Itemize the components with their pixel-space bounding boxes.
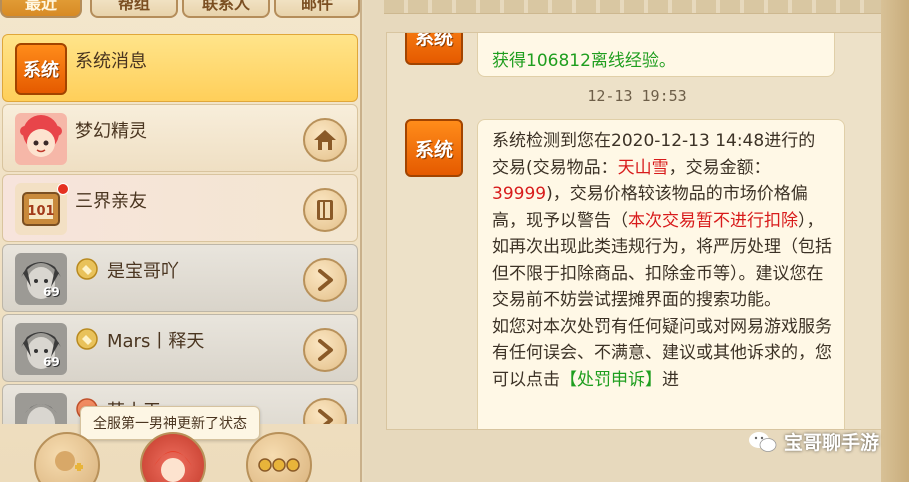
chevron-right-icon	[318, 269, 333, 291]
appeal-link[interactable]: 【处罚申诉】	[560, 370, 662, 390]
warning-text: 系统检测到您在2020-12-13 14:48进行的交易(交易物品：天山雪，交易…	[492, 131, 832, 310]
contact-name: 三界亲友	[75, 191, 147, 212]
open-chat-button[interactable]	[303, 328, 347, 372]
tab-mail[interactable]: 邮件	[274, 0, 360, 18]
appeal-text: 如您对本次处罚有任何疑问或对网易游戏服务有任何误会、不满意、建议或其他诉求的，您…	[492, 316, 832, 390]
book-icon	[317, 200, 333, 220]
contact-name: Mars丨释天	[107, 331, 205, 352]
conversation-panel: 最近 帮组 联系人 邮件 系统 系统消息 梦幻精灵 101 三界亲友 69 是宝…	[0, 0, 362, 482]
chevron-right-icon	[318, 409, 333, 424]
more-dots-icon	[258, 458, 300, 472]
system-avatar: 系统	[405, 33, 463, 65]
decorative-border	[384, 0, 904, 14]
contact-name: 系统消息	[75, 51, 147, 72]
home-button[interactable]	[303, 118, 347, 162]
tab-bar: 最近 帮组 联系人 邮件	[0, 0, 362, 20]
trade-amount: 39999	[492, 184, 547, 204]
contact-friend-1[interactable]: 69 是宝哥吖	[2, 244, 358, 312]
system-avatar: 系统	[15, 43, 67, 95]
coin-badge-icon	[76, 328, 98, 350]
tab-help[interactable]: 帮组	[90, 0, 178, 18]
contact-name: 是宝哥吖	[107, 261, 179, 282]
chevron-right-icon	[318, 339, 333, 361]
watermark: 宝哥聊手游	[748, 428, 879, 455]
tab-contacts[interactable]: 联系人	[182, 0, 270, 18]
contact-friend-2[interactable]: 69 Mars丨释天	[2, 314, 358, 382]
chat-panel: 系统 获得106812离线经验。 12-13 19:53 系统 系统检测到您在2…	[364, 0, 909, 482]
add-friend-icon	[55, 451, 83, 471]
contact-name: 梦幻精灵	[75, 121, 147, 142]
message-bubble: 系统检测到您在2020-12-13 14:48进行的交易(交易物品：天山雪，交易…	[477, 119, 845, 429]
message-bubble: 获得106812离线经验。	[477, 33, 835, 77]
coin-badge-icon	[76, 258, 98, 280]
contact-dream-spirit[interactable]: 梦幻精灵	[2, 104, 358, 172]
message-timestamp: 12-13 19:53	[587, 87, 687, 105]
notification-dot	[57, 183, 69, 195]
message-text: 获得106812离线经验。	[492, 51, 676, 71]
svg-text:101: 101	[27, 204, 54, 219]
tab-recent[interactable]: 最近	[0, 0, 82, 18]
home-icon	[314, 130, 336, 150]
book-button[interactable]	[303, 188, 347, 232]
panel-edge	[881, 0, 909, 482]
level-tag: 69	[43, 285, 60, 299]
open-chat-button[interactable]	[303, 258, 347, 302]
level-tag: 69	[43, 355, 60, 369]
contact-system-messages[interactable]: 系统 系统消息	[2, 34, 358, 102]
penalty-note: 本次交易暂不进行扣除	[628, 210, 798, 231]
contact-list: 系统 系统消息 梦幻精灵 101 三界亲友 69 是宝哥吖 69 Mars丨释天	[0, 34, 362, 424]
message-area[interactable]: 系统 获得106812离线经验。 12-13 19:53 系统 系统检测到您在2…	[386, 32, 886, 430]
player-avatar	[15, 393, 67, 424]
fairy-avatar	[15, 113, 67, 165]
system-avatar: 系统	[405, 119, 463, 177]
contact-three-realms[interactable]: 101 三界亲友	[2, 174, 358, 242]
hero-avatar-icon	[154, 451, 192, 482]
open-chat-button[interactable]	[303, 398, 347, 424]
wechat-icon	[748, 431, 777, 452]
item-name: 天山雪	[617, 157, 669, 178]
